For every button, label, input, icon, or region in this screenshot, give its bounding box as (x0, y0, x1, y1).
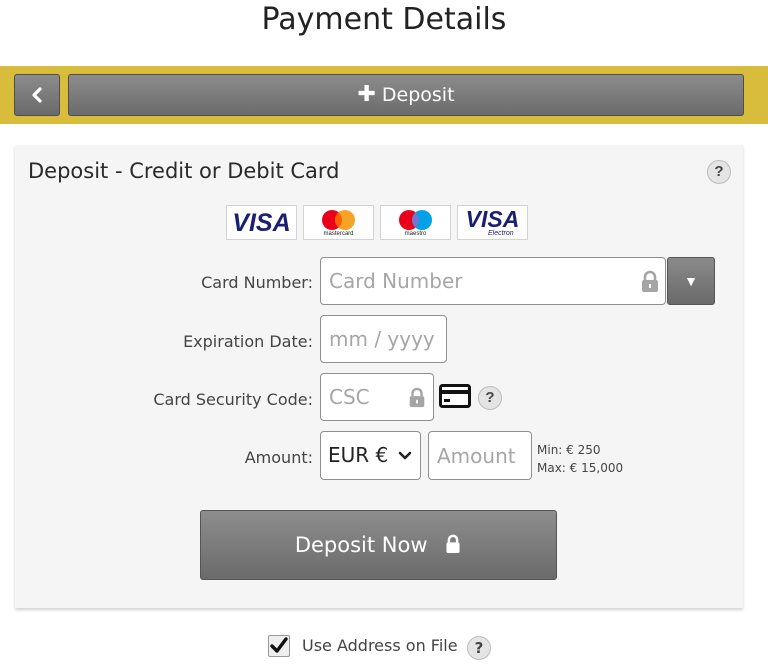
checkmark-icon (270, 637, 288, 653)
card-number-label: Card Number: (201, 273, 313, 292)
csc-field[interactable] (320, 373, 434, 421)
csc-label: Card Security Code: (153, 390, 313, 409)
chevron-down-icon (398, 451, 412, 460)
back-button[interactable] (14, 74, 60, 116)
caret-down-icon: ▼ (684, 273, 698, 289)
card-number-input[interactable] (321, 258, 665, 304)
expiration-input[interactable] (321, 316, 446, 362)
address-help-icon[interactable]: ? (467, 636, 491, 660)
visa-logo: VISA (226, 205, 297, 240)
expiration-field[interactable] (320, 315, 447, 363)
visa-electron-logo: VISA Electron (457, 205, 528, 240)
panel-title: Deposit - Credit or Debit Card (28, 159, 340, 183)
max-amount: Max: € 15,000 (537, 461, 624, 475)
saved-cards-dropdown-button[interactable]: ▼ (667, 257, 715, 305)
credit-card-icon (439, 384, 471, 408)
deposit-toolbar: ✚ Deposit (0, 66, 768, 124)
min-amount: Min: € 250 (537, 443, 601, 457)
csc-help-icon[interactable]: ? (478, 386, 502, 410)
deposit-now-button[interactable]: Deposit Now (200, 510, 557, 580)
deposit-tab[interactable]: ✚ Deposit (68, 74, 744, 116)
currency-selected: EUR € (328, 443, 389, 467)
currency-select[interactable]: EUR € (320, 431, 421, 480)
amount-input[interactable] (429, 432, 531, 479)
maestro-logo: maestro (380, 205, 451, 240)
use-address-label: Use Address on File (302, 636, 458, 655)
chevron-left-icon (32, 87, 42, 103)
card-number-field[interactable] (320, 257, 666, 305)
deposit-tab-label: Deposit (381, 84, 455, 106)
deposit-now-label: Deposit Now (294, 533, 428, 557)
page-title: Payment Details (261, 2, 507, 37)
amount-label: Amount: (244, 448, 313, 467)
lock-icon (409, 387, 425, 408)
deposit-card-panel: Deposit - Credit or Debit Card ? VISA ma… (15, 145, 743, 608)
help-icon[interactable]: ? (707, 160, 731, 184)
use-address-checkbox[interactable] (268, 635, 290, 657)
amount-limits: Min: € 250 Max: € 15,000 (537, 441, 623, 477)
plus-icon: ✚ (357, 82, 376, 107)
mastercard-logo: mastercard (303, 205, 374, 240)
amount-field[interactable] (428, 431, 532, 480)
expiration-label: Expiration Date: (183, 332, 313, 351)
lock-icon (642, 270, 658, 292)
lock-icon (446, 534, 460, 553)
